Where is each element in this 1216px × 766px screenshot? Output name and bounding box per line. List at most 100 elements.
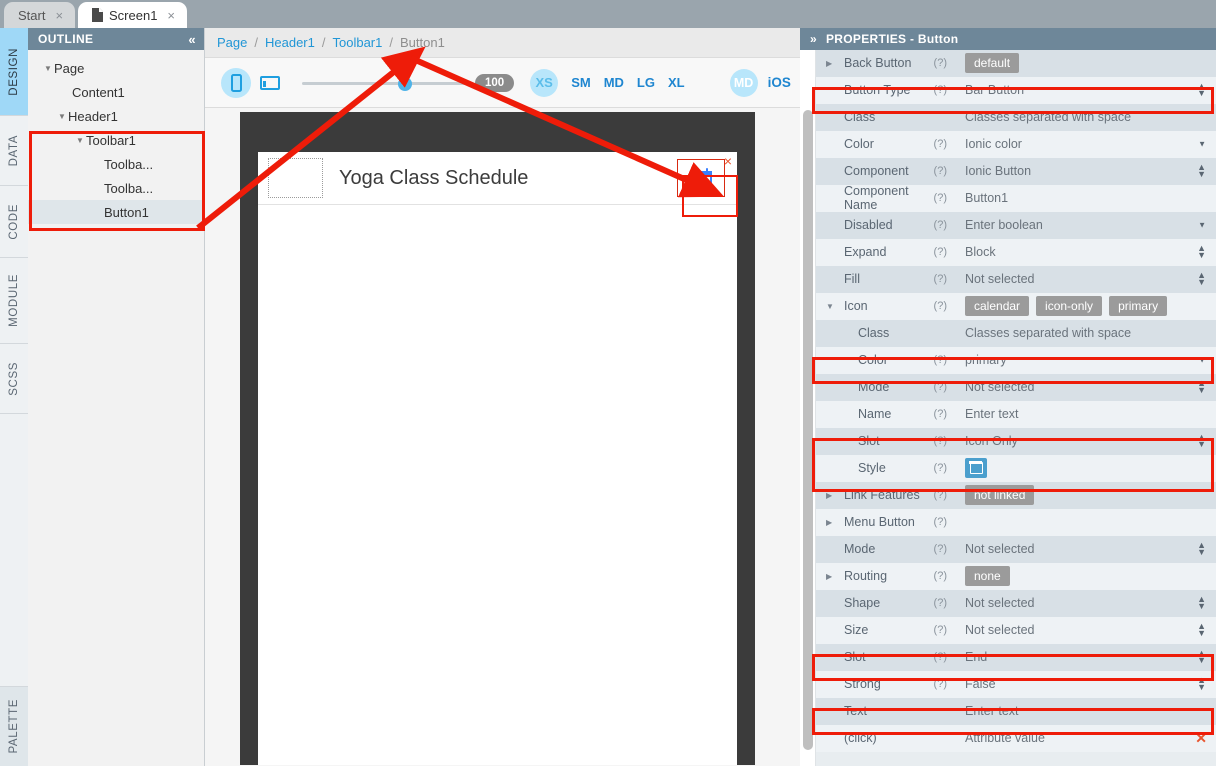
tree-item-toolbar-child-1[interactable]: Toolba... [28,152,204,176]
zoom-slider[interactable] [302,72,467,94]
property-row[interactable]: ▶ Link Features (?) not linked [816,481,1216,509]
stepper-icon[interactable]: ▲ ▼ [1197,541,1206,556]
property-help-icon[interactable]: (?) [934,165,947,177]
property-help-icon[interactable]: (?) [934,354,947,366]
stepper-icon[interactable]: ▲ ▼ [1197,82,1206,97]
calendar-style-swatch-icon[interactable] [965,458,987,478]
breakpoint-sm[interactable]: SM [571,75,591,90]
breakpoint-lg[interactable]: LG [637,75,655,90]
tree-item-content1[interactable]: Content1 [28,80,204,104]
property-value-cell[interactable]: Not selected ▲ ▼ [955,616,1216,644]
property-help-icon[interactable]: (?) [934,408,947,420]
property-value-cell[interactable]: not linked [955,481,1216,509]
rail-item-design[interactable]: DESIGN [0,28,28,116]
property-tag[interactable]: none [965,566,1010,586]
stepper-icon[interactable]: ▲ ▼ [1197,433,1206,448]
properties-scrollbar-thumb[interactable] [803,110,813,750]
property-value-cell[interactable]: Enter boolean ▼ [955,211,1216,239]
stepper-icon[interactable]: ▲ ▼ [1197,244,1206,259]
property-value-cell[interactable]: Not selected ▲ ▼ [955,265,1216,293]
property-help-icon[interactable]: (?) [934,597,947,609]
property-value-cell[interactable]: Classes separated with space [955,103,1216,131]
property-row[interactable]: Expand (?) Block ▲ ▼ [816,238,1216,266]
property-value-cell[interactable]: Enter text [955,400,1216,428]
chevron-down-icon[interactable]: ▼ [56,112,68,121]
property-row[interactable]: Mode (?) Not selected ▲ ▼ [816,535,1216,563]
tab-screen1[interactable]: Screen1 × [78,2,188,28]
property-row[interactable]: Strong (?) False ▲ ▼ [816,670,1216,698]
property-row[interactable]: Mode (?) Not selected ▲ ▼ [816,373,1216,401]
property-value-cell[interactable] [955,454,1216,482]
property-row[interactable]: Class Classes separated with space [816,103,1216,131]
tab-start[interactable]: Start × [4,2,76,28]
property-help-icon[interactable]: (?) [934,678,947,690]
calendar-bar-button[interactable]: × [677,154,732,197]
property-value-cell[interactable]: Not selected ▲ ▼ [955,535,1216,563]
property-help-icon[interactable]: (?) [934,570,947,582]
property-tag[interactable]: not linked [965,485,1035,505]
property-value-cell[interactable]: Icon Only ▲ ▼ [955,427,1216,455]
property-row[interactable]: Style (?) [816,454,1216,482]
property-row[interactable]: Disabled (?) Enter boolean ▼ [816,211,1216,239]
chevron-right-icon[interactable]: ▶ [826,518,838,527]
property-tag[interactable]: icon-only [1036,296,1103,316]
stepper-icon[interactable]: ▲ ▼ [1197,271,1206,286]
property-help-icon[interactable]: (?) [934,219,947,231]
tree-item-button1[interactable]: Button1 [28,200,204,224]
chevron-right-icon[interactable]: ▶ [826,491,838,500]
tab-screen1-close-icon[interactable]: × [167,8,175,23]
rail-item-scss[interactable]: SCSS [0,344,28,414]
property-value-cell[interactable]: Not selected ▲ ▼ [955,589,1216,617]
stepper-icon[interactable]: ▲ ▼ [1197,595,1206,610]
chevron-right-icon[interactable]: ▶ [826,572,838,581]
property-value-cell[interactable]: Not selected ▲ ▼ [955,373,1216,401]
breakpoint-md[interactable]: MD [604,75,624,90]
property-help-icon[interactable]: (?) [934,435,947,447]
breadcrumb-item-header1[interactable]: Header1 [265,35,315,50]
property-value-cell[interactable]: Ionic Button ▲ ▼ [955,157,1216,185]
expand-right-icon[interactable]: » [810,32,817,46]
property-value-cell[interactable]: Ionic color ▼ [955,130,1216,158]
chevron-down-icon[interactable]: ▼ [74,136,86,145]
chevron-down-icon[interactable]: ▼ [42,64,54,73]
tree-item-toolbar-child-2[interactable]: Toolba... [28,176,204,200]
mode-badge[interactable]: MD [729,68,758,97]
property-row[interactable]: ▶ Menu Button (?) [816,508,1216,536]
breakpoint-xl[interactable]: XL [668,75,685,90]
property-row[interactable]: Color (?) primary ▼ [816,346,1216,374]
property-value-cell[interactable]: default [955,49,1216,77]
property-value-cell[interactable]: primary ▼ [955,346,1216,374]
tree-item-toolbar1[interactable]: ▼ Toolbar1 [28,128,204,152]
stepper-icon[interactable]: ▲ ▼ [1197,676,1206,691]
property-row[interactable]: Class Classes separated with space [816,319,1216,347]
property-row[interactable]: Slot (?) End ▲ ▼ [816,643,1216,671]
app-toolbar[interactable]: Yoga Class Schedule × [258,152,737,205]
rail-item-palette[interactable]: PALETTE [0,686,28,766]
property-row[interactable]: Button Type (?) Bar Button ▲ ▼ [816,76,1216,104]
property-value-cell[interactable]: Attribute value ✕ [955,724,1216,752]
property-row[interactable]: Color (?) Ionic color ▼ [816,130,1216,158]
landscape-view-icon[interactable] [260,75,280,90]
property-help-icon[interactable]: (?) [934,489,947,501]
property-value-cell[interactable]: Bar Button ▲ ▼ [955,76,1216,104]
property-row[interactable]: ▶ Back Button (?) default [816,49,1216,77]
property-value-cell[interactable]: False ▲ ▼ [955,670,1216,698]
tab-start-close-icon[interactable]: × [55,8,63,23]
chevron-down-icon[interactable]: ▼ [1198,221,1206,230]
rail-item-data[interactable]: DATA [0,116,28,186]
property-value-cell[interactable]: Button1 [955,184,1216,212]
property-row[interactable]: Component (?) Ionic Button ▲ ▼ [816,157,1216,185]
tree-item-page[interactable]: ▼ Page [28,56,204,80]
remove-attribute-icon[interactable]: ✕ [1195,730,1207,747]
chevron-down-icon[interactable]: ▼ [826,302,838,311]
property-help-icon[interactable]: (?) [934,651,947,663]
breadcrumb-item-page[interactable]: Page [217,35,247,50]
property-row[interactable]: Fill (?) Not selected ▲ ▼ [816,265,1216,293]
app-content-area[interactable] [258,205,737,765]
property-value-cell[interactable]: Classes separated with space [955,319,1216,347]
property-help-icon[interactable]: (?) [934,462,947,474]
property-value-cell[interactable]: none [955,562,1216,590]
chevron-right-icon[interactable]: ▶ [826,59,838,68]
property-help-icon[interactable]: (?) [934,543,947,555]
tree-item-header1[interactable]: ▼ Header1 [28,104,204,128]
